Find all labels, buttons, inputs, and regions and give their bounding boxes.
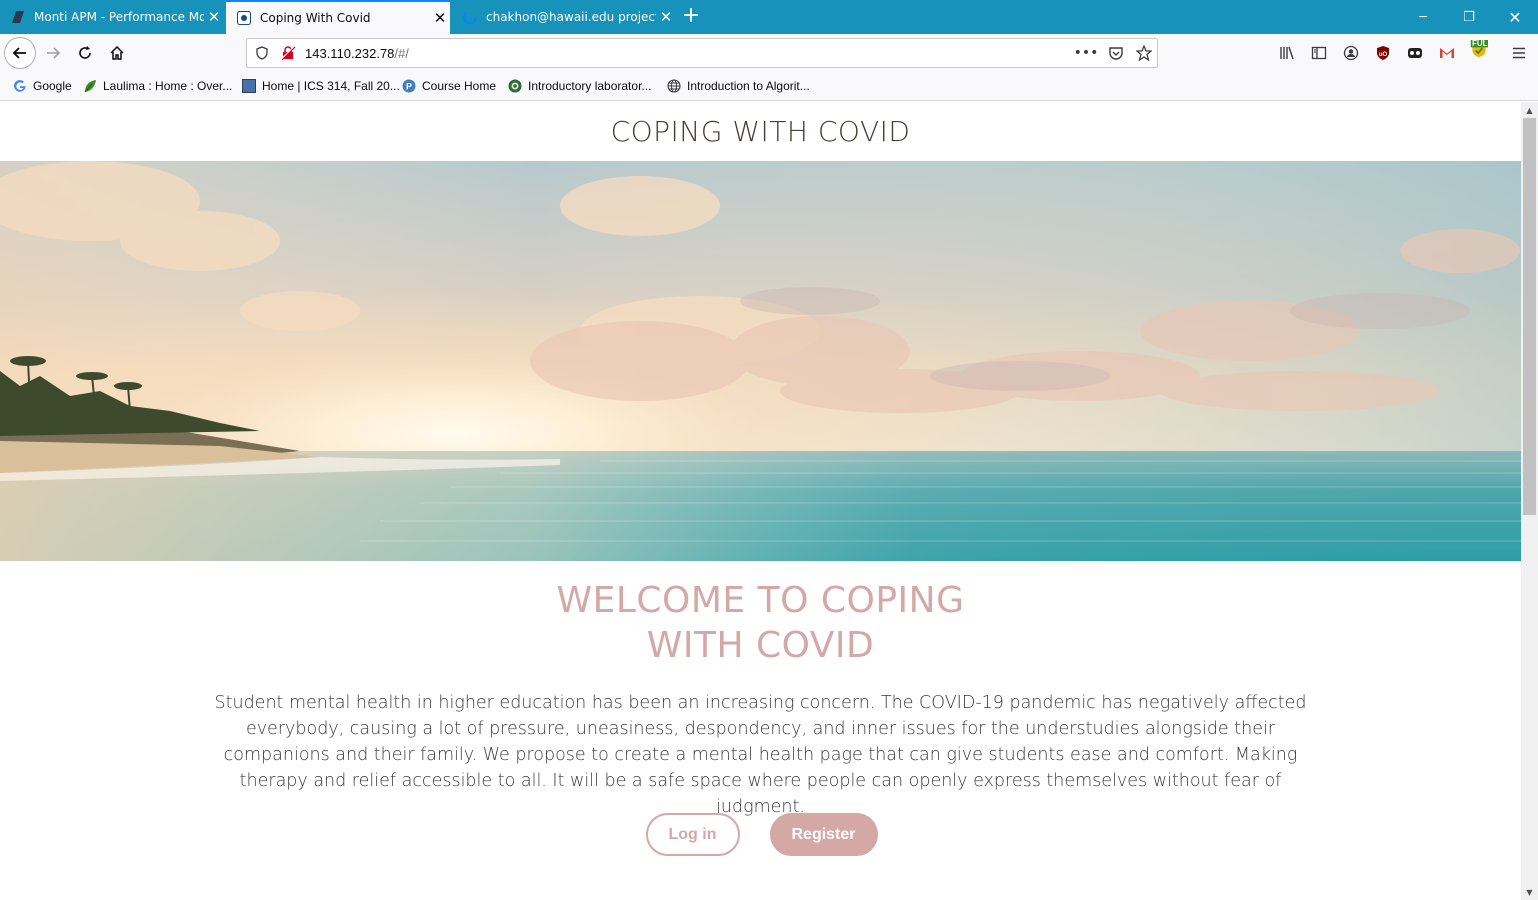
ublock-origin-icon[interactable]: uO xyxy=(1374,44,1392,62)
reload-button[interactable] xyxy=(70,38,100,68)
svg-text:uO: uO xyxy=(1379,52,1388,58)
insecure-connection-icon[interactable] xyxy=(279,44,297,62)
ghostery-icon[interactable] xyxy=(1406,44,1424,62)
page-scrollbar[interactable]: ▲ ▼ xyxy=(1521,102,1538,900)
loading-icon xyxy=(462,9,478,25)
tab-title: chakhon@hawaii.edu project - xyxy=(486,10,656,24)
back-arrow-icon xyxy=(12,47,26,59)
tab-monti-apm[interactable]: Monti APM - Performance Mo ✕ xyxy=(0,0,224,34)
login-button[interactable]: Log in xyxy=(645,813,740,856)
bookmark-course-home[interactable]: P Course Home xyxy=(401,78,496,94)
tab-title: Coping With Covid xyxy=(260,11,371,25)
bookmark-google[interactable]: Google xyxy=(12,78,72,94)
site-title[interactable]: COPING WITH COVID xyxy=(611,115,911,148)
svg-text:P: P xyxy=(406,82,412,92)
sidebar-icon[interactable] xyxy=(1310,44,1328,62)
address-bar[interactable]: 143.110.232.78/#/ ••• xyxy=(246,38,1158,68)
gmail-icon[interactable] xyxy=(1438,44,1456,62)
bookmark-label: Introductory laborator... xyxy=(528,79,652,93)
welcome-section: WELCOME TO COPING WITH COVID Student men… xyxy=(0,578,1521,820)
welcome-description: Student mental health in higher educatio… xyxy=(214,693,1307,817)
back-button[interactable] xyxy=(4,37,36,69)
page-actions-icon[interactable]: ••• xyxy=(1074,44,1099,62)
seal-icon xyxy=(507,78,523,94)
navigation-bar: 143.110.232.78/#/ ••• uO FULL xyxy=(0,34,1538,72)
meteor-icon xyxy=(236,10,252,26)
new-tab-button[interactable]: + xyxy=(678,0,704,34)
extension-full-icon[interactable]: FULL xyxy=(1470,39,1492,58)
bookmark-star-icon[interactable] xyxy=(1135,44,1153,62)
bookmark-label: Home | ICS 314, Fall 20... xyxy=(262,79,400,93)
tab-coping-with-covid[interactable]: Coping With Covid ✕ xyxy=(226,0,450,34)
scroll-up-arrow-icon[interactable]: ▲ xyxy=(1521,102,1538,118)
monti-icon xyxy=(10,9,26,25)
minimize-button[interactable]: ─ xyxy=(1400,0,1446,34)
extension-badge: FULL xyxy=(1472,39,1493,48)
close-tab-icon[interactable]: ✕ xyxy=(430,9,450,27)
close-window-button[interactable]: ✕ xyxy=(1492,0,1538,34)
url-host: 143.110.232.78 xyxy=(305,46,395,61)
reload-icon xyxy=(79,46,91,59)
bookmark-label: Laulima : Home : Over... xyxy=(103,79,233,93)
auth-buttons: Log in Register xyxy=(0,813,1521,856)
tracking-protection-shield-icon[interactable] xyxy=(253,44,271,62)
account-icon[interactable] xyxy=(1342,44,1360,62)
home-icon xyxy=(110,45,124,60)
forward-arrow-icon xyxy=(47,47,61,59)
register-button[interactable]: Register xyxy=(769,813,878,856)
piazza-icon: P xyxy=(401,78,417,94)
close-tab-icon[interactable]: ✕ xyxy=(204,8,224,26)
hero-beach-sunset-image xyxy=(0,161,1521,561)
tab-chakhon-project[interactable]: chakhon@hawaii.edu project - ✕ xyxy=(452,0,676,34)
globe-icon xyxy=(666,78,682,94)
scroll-down-arrow-icon[interactable]: ▼ xyxy=(1521,884,1538,900)
restore-button[interactable]: ❐ xyxy=(1446,0,1492,34)
close-tab-icon[interactable]: ✕ xyxy=(656,8,676,26)
bookmark-ics-314[interactable]: Home | ICS 314, Fall 20... xyxy=(241,78,400,94)
site-header: COPING WITH COVID xyxy=(0,102,1521,161)
bookmark-label: Course Home xyxy=(422,79,497,93)
page-viewport: COPING WITH COVID WELCOME TO COPING WITH… xyxy=(0,102,1521,900)
bookmark-label: Introduction to Algorit... xyxy=(687,79,810,93)
leaf-icon xyxy=(82,78,98,94)
scrollbar-thumb[interactable] xyxy=(1523,118,1536,515)
square-icon xyxy=(241,78,257,94)
library-icon[interactable] xyxy=(1278,44,1296,62)
bookmark-introductory-laboratory[interactable]: Introductory laborator... xyxy=(507,78,651,94)
bookmark-label: Google xyxy=(33,79,72,93)
pocket-icon[interactable] xyxy=(1107,44,1125,62)
welcome-heading-line-2: WITH COVID xyxy=(646,625,875,666)
bookmark-laulima[interactable]: Laulima : Home : Over... xyxy=(82,78,232,94)
welcome-heading-line-1: WELCOME TO COPING xyxy=(556,580,965,621)
home-button[interactable] xyxy=(102,38,132,68)
forward-button[interactable] xyxy=(38,38,68,68)
menu-icon[interactable] xyxy=(1510,44,1528,62)
tab-title: Monti APM - Performance Mo xyxy=(34,10,204,24)
url-path: /#/ xyxy=(394,46,409,61)
welcome-heading: WELCOME TO COPING WITH COVID xyxy=(0,578,1521,668)
google-icon xyxy=(12,78,28,94)
bookmark-introduction-to-algorithms[interactable]: Introduction to Algorit... xyxy=(666,78,810,94)
tab-strip: Monti APM - Performance Mo ✕ Coping With… xyxy=(0,0,1538,34)
bookmarks-toolbar: Google Laulima : Home : Over... Home | I… xyxy=(0,72,1538,101)
url-text[interactable]: 143.110.232.78/#/ xyxy=(305,46,409,61)
